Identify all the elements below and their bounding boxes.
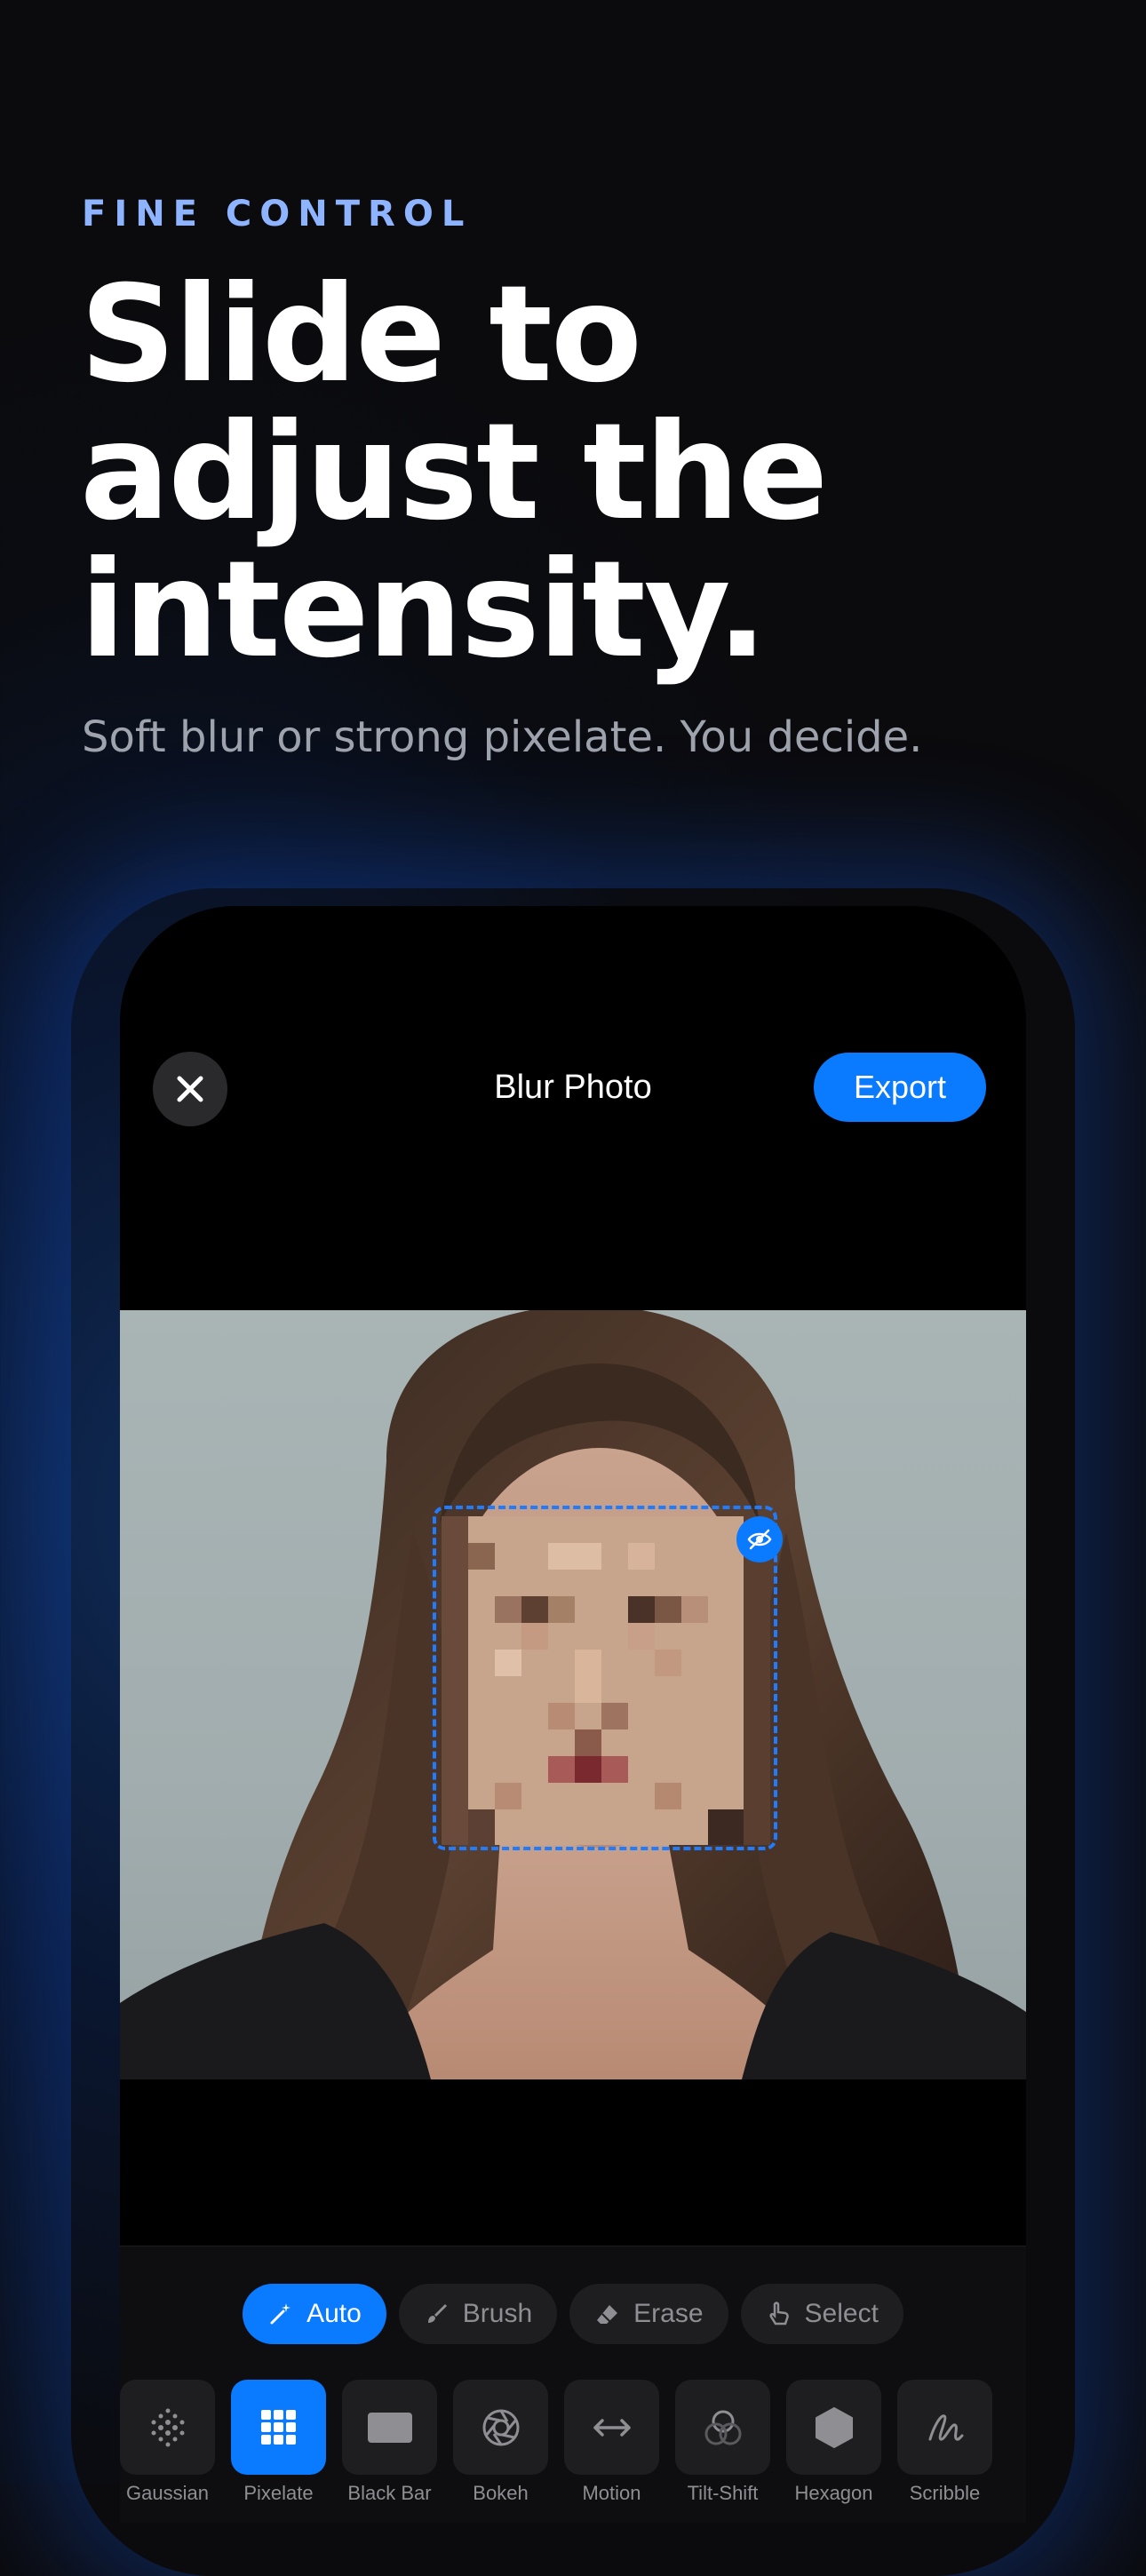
effect-hexagon-tile[interactable] (786, 2380, 881, 2475)
arrows-horizontal-icon (593, 2418, 631, 2437)
eraser-icon (597, 2305, 618, 2324)
effect-pixelate-label: Pixelate (243, 2482, 314, 2504)
rectangle-icon (367, 2412, 412, 2443)
eyebrow-label: FINE CONTROL (82, 194, 473, 235)
effect-pixelate-tile[interactable] (231, 2380, 326, 2475)
hide-toggle-button[interactable] (736, 1516, 783, 1562)
brush-icon (427, 2304, 447, 2323)
dot-grid-icon (151, 2408, 184, 2446)
effect-black-bar[interactable]: Black Bar (342, 2380, 437, 2505)
mode-erase[interactable]: Erase (569, 2284, 728, 2344)
effect-motion-label: Motion (582, 2482, 641, 2504)
effect-tilt-shift-label: Tilt-Shift (687, 2482, 759, 2504)
headline: Slide to adjust the intensity. (80, 258, 828, 688)
mode-brush-label: Brush (462, 2299, 533, 2328)
effect-hexagon-label: Hexagon (794, 2482, 873, 2504)
eye-slash-icon (747, 1529, 772, 1550)
effect-pixelate[interactable]: Pixelate (231, 2380, 326, 2505)
effect-tilt-shift-tile[interactable] (675, 2380, 770, 2475)
mode-erase-label: Erase (633, 2299, 704, 2328)
effect-tilt-shift[interactable]: Tilt-Shift (675, 2380, 770, 2505)
effect-scribble[interactable]: Scribble (897, 2380, 992, 2505)
scribble-icon (928, 2413, 963, 2441)
mode-select-label: Select (804, 2299, 879, 2328)
effect-scribble-label: Scribble (909, 2482, 981, 2504)
effect-picker: Gaussian Pixelate Black Bar Bokeh Motion… (120, 2380, 992, 2505)
effect-gaussian-label: Gaussian (126, 2482, 209, 2504)
effect-motion-tile[interactable] (564, 2380, 659, 2475)
photo-canvas[interactable] (120, 1310, 1026, 2079)
mode-selector: Auto Brush Erase Select (120, 2284, 1026, 2344)
subheadline: Soft blur or strong pixelate. You decide… (82, 712, 923, 762)
effect-black-bar-label: Black Bar (347, 2482, 432, 2504)
face-selection-box[interactable] (433, 1506, 783, 1850)
mode-auto[interactable]: Auto (243, 2284, 386, 2344)
hexagon-icon (815, 2406, 853, 2448)
effect-gaussian-tile[interactable] (120, 2380, 215, 2475)
hand-pointer-icon (769, 2302, 789, 2326)
export-button[interactable]: Export (814, 1053, 986, 1122)
effect-gaussian[interactable]: Gaussian (120, 2380, 215, 2505)
pixel-grid-icon (260, 2409, 296, 2445)
aperture-icon (482, 2409, 519, 2445)
effect-motion[interactable]: Motion (564, 2380, 659, 2505)
mode-auto-label: Auto (306, 2299, 362, 2328)
mode-select[interactable]: Select (740, 2284, 903, 2344)
mode-brush[interactable]: Brush (398, 2284, 558, 2344)
phone-mockup: Blur Photo Export Auto Brush Erase Selec… (120, 906, 1026, 2523)
magic-wand-icon (270, 2303, 291, 2325)
effect-scribble-tile[interactable] (897, 2380, 992, 2475)
edit-toolbar: Auto Brush Erase Select Gaussian Pixelat… (120, 2246, 1026, 2523)
effect-bokeh-tile[interactable] (453, 2380, 548, 2475)
effect-black-bar-tile[interactable] (342, 2380, 437, 2475)
overlap-circles-icon (704, 2410, 741, 2445)
effect-bokeh-label: Bokeh (473, 2482, 529, 2504)
effect-bokeh[interactable]: Bokeh (453, 2380, 548, 2505)
effect-hexagon[interactable]: Hexagon (786, 2380, 881, 2505)
